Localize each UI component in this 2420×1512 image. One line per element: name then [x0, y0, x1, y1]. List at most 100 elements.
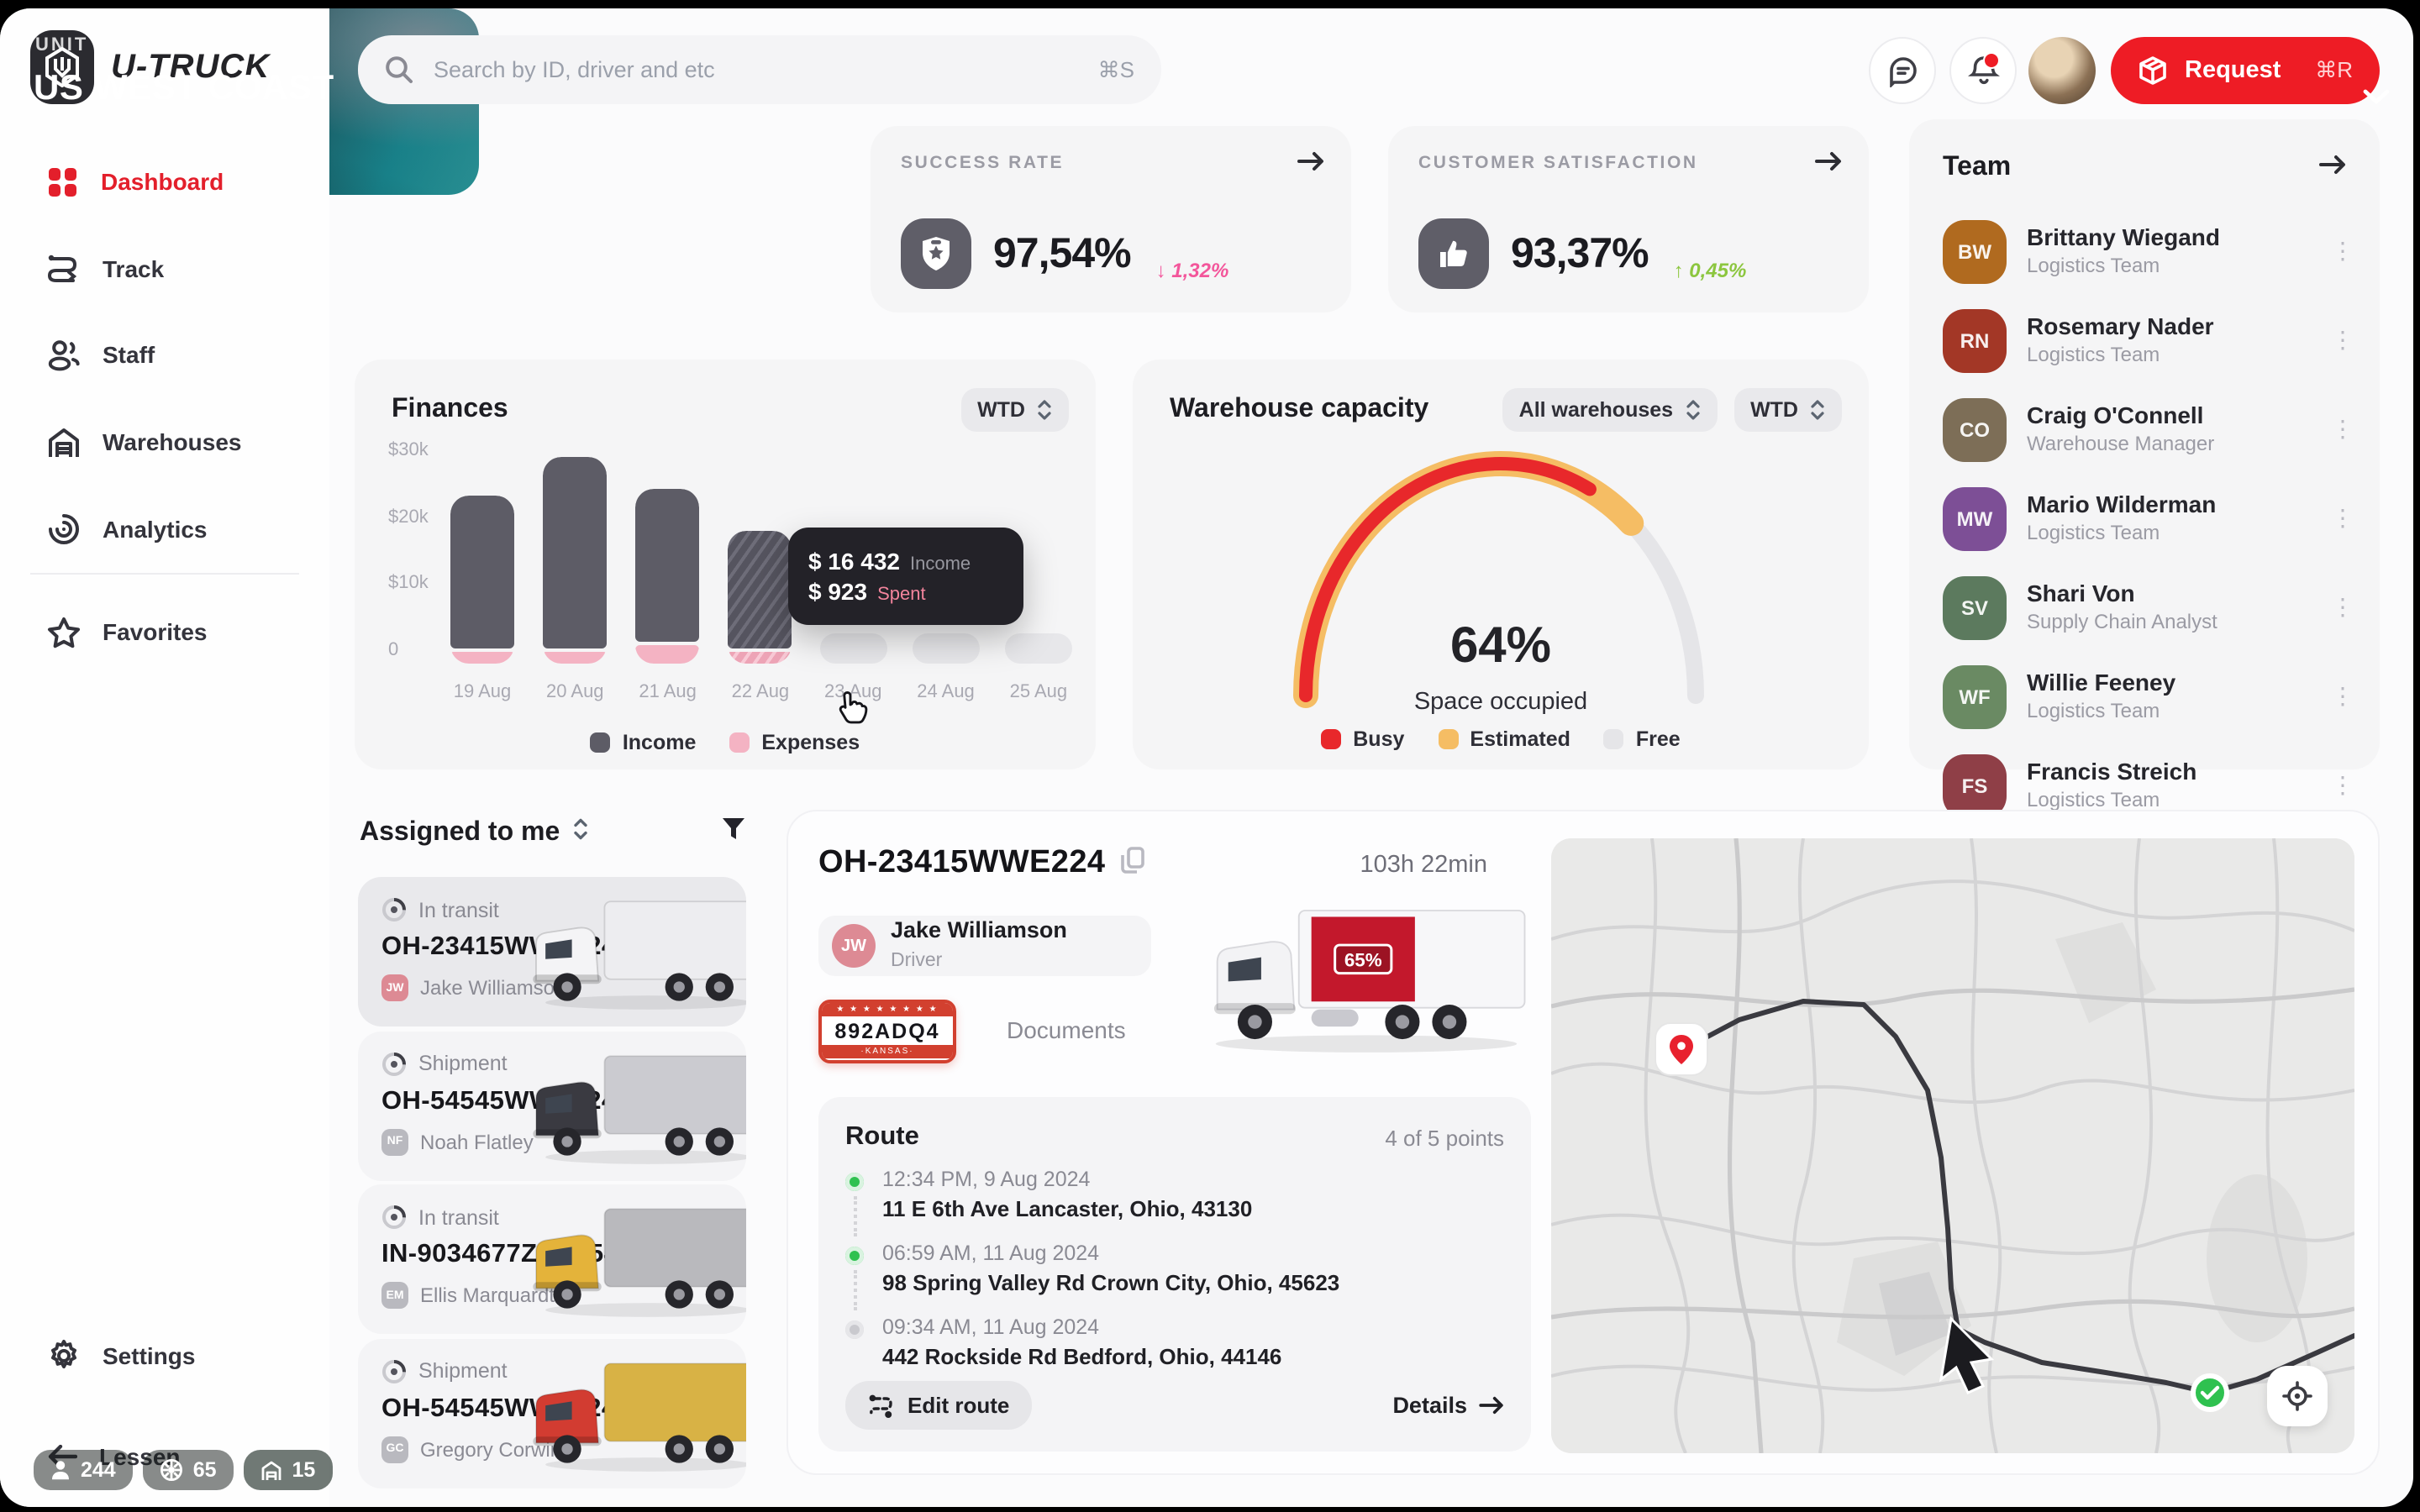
- bar-income-segment: [636, 489, 700, 643]
- kebab-menu-icon[interactable]: ⋮: [2329, 326, 2356, 354]
- kebab-menu-icon[interactable]: ⋮: [2329, 682, 2356, 711]
- team-member-row[interactable]: BW Brittany Wiegand Logistics Team ⋮: [1909, 207, 2380, 296]
- team-member-row[interactable]: WF Willie Feeney Logistics Team ⋮: [1909, 652, 2380, 741]
- arrow-right-icon[interactable]: [1297, 150, 1324, 180]
- legend-swatch: [729, 732, 750, 753]
- gauge-legend: BusyEstimatedFree: [1133, 727, 1869, 751]
- x-axis: 19 Aug20 Aug21 Aug22 Aug23 Aug24 Aug25 A…: [449, 682, 1072, 702]
- track-icon: [47, 254, 81, 284]
- request-button[interactable]: Request ⌘R: [2111, 37, 2380, 104]
- tooltip-spent-value: $ 923: [808, 578, 867, 605]
- sidebar-item-label: Track: [103, 255, 164, 282]
- team-arrow-right-icon[interactable]: [2319, 153, 2346, 183]
- status-label: Shipment: [418, 1052, 508, 1075]
- kebab-menu-icon[interactable]: ⋮: [2329, 771, 2356, 800]
- member-role: Logistics Team: [2027, 788, 2309, 813]
- map-locate-button[interactable]: [2267, 1366, 2328, 1426]
- notification-dot: [1983, 52, 2000, 69]
- sidebar-item-staff[interactable]: Staff: [0, 329, 329, 380]
- copy-icon[interactable]: [1120, 846, 1144, 881]
- team-member-row[interactable]: RN Rosemary Nader Logistics Team ⋮: [1909, 296, 2380, 385]
- select-chevrons-icon: [1810, 400, 1825, 420]
- avatar: SV: [1943, 575, 2007, 639]
- shipment-id-title: OH-23415WWE224: [818, 845, 1105, 882]
- team-member-row[interactable]: MW Mario Wilderman Logistics Team ⋮: [1909, 474, 2380, 563]
- load-percent-label: 65%: [1344, 949, 1382, 970]
- filter-icon[interactable]: [721, 816, 746, 850]
- driver-chip[interactable]: JW Jake Williamson Driver: [818, 916, 1151, 976]
- shipment-detail-card: OH-23415WWE224 103h 22min JW Jake Willia…: [786, 810, 2380, 1475]
- assigned-shipment-card[interactable]: In transit OH-23415WWE224 JW Jake Willia…: [358, 877, 746, 1026]
- details-arrow-icon: [1479, 1396, 1504, 1415]
- kebab-menu-icon[interactable]: ⋮: [2329, 504, 2356, 533]
- edit-route-button[interactable]: Edit route: [845, 1381, 1031, 1430]
- sidebar-item-label: Analytics: [103, 516, 208, 543]
- sidebar-divider: [30, 573, 299, 575]
- team-list: BW Brittany Wiegand Logistics Team ⋮ RN …: [1909, 207, 2380, 830]
- chat-button[interactable]: [1869, 37, 1936, 104]
- driver-row: NF Noah Flatley: [381, 1128, 534, 1155]
- status-row: Shipment: [381, 1358, 508, 1383]
- legend-item: Busy: [1321, 727, 1404, 751]
- kpi-label: CUSTOMER SATISFACTION: [1418, 153, 1839, 173]
- sidebar-item-track[interactable]: Track: [0, 244, 329, 294]
- bar-20 Aug[interactable]: [541, 450, 608, 664]
- search-shortcut: ⌘S: [1098, 56, 1134, 83]
- legend-swatch: [1604, 729, 1624, 749]
- member-name: Rosemary Nader: [2027, 313, 2309, 343]
- avatar: NF: [381, 1128, 408, 1155]
- details-label: Details: [1392, 1393, 1467, 1418]
- bar-income-segment: [450, 496, 514, 648]
- details-link[interactable]: Details: [1392, 1393, 1504, 1418]
- member-name: Craig O'Connell: [2027, 402, 2309, 432]
- driver-name: Jake Williamson: [891, 917, 1067, 943]
- route-title: Route: [845, 1122, 1385, 1152]
- team-member-row[interactable]: CO Craig O'Connell Warehouse Manager ⋮: [1909, 385, 2380, 474]
- x-tick: 25 Aug: [1005, 682, 1072, 702]
- member-name: Willie Feeney: [2027, 669, 2309, 699]
- sidebar-item-analytics[interactable]: Analytics: [0, 504, 329, 554]
- plate-state: ·KANSAS·: [822, 1045, 953, 1058]
- assigned-shipment-card[interactable]: Shipment OH-54545WWE224 GC Gregory Corwi…: [358, 1338, 746, 1488]
- sidebar-item-favorites[interactable]: Favorites: [0, 606, 329, 657]
- documents-link[interactable]: Documents: [1007, 1016, 1126, 1043]
- bar-21 Aug[interactable]: [634, 450, 702, 664]
- route-point: 06:59 AM, 11 Aug 2024 98 Spring Valley R…: [845, 1242, 1339, 1295]
- sidebar-item-settings[interactable]: Settings: [0, 1331, 329, 1381]
- kebab-menu-icon[interactable]: ⋮: [2329, 593, 2356, 622]
- gear-icon: [47, 1339, 81, 1373]
- kpi-label: SUCCESS RATE: [901, 153, 1321, 173]
- finances-card: Finances WTD $30k$20k$10k0 19 Aug20 Aug2…: [355, 360, 1096, 769]
- sidebar-item-dashboard[interactable]: Dashboard: [0, 156, 329, 207]
- success-rate-card: SUCCESS RATE 97,54% ↓ 1,32%: [871, 126, 1351, 312]
- route-points: 12:34 PM, 9 Aug 2024 11 E 6th Ave Lancas…: [845, 1168, 1339, 1389]
- user-avatar[interactable]: [2028, 37, 2096, 104]
- member-name: Francis Streich: [2027, 759, 2309, 788]
- finances-period-select[interactable]: WTD: [960, 388, 1069, 432]
- kebab-menu-icon[interactable]: ⋮: [2329, 237, 2356, 265]
- map-pin-start: [1655, 1023, 1707, 1075]
- truck-art: [521, 1201, 746, 1326]
- team-member-row[interactable]: SV Shari Von Supply Chain Analyst ⋮: [1909, 563, 2380, 652]
- warehouse-capacity-card: Warehouse capacity All warehouses WTD 64…: [1133, 360, 1869, 769]
- bar-19 Aug[interactable]: [449, 450, 516, 664]
- request-box-icon: [2138, 55, 2168, 86]
- sidebar-item-warehouses[interactable]: Warehouses: [0, 417, 329, 467]
- kebab-menu-icon[interactable]: ⋮: [2329, 415, 2356, 444]
- trip-duration: 103h 22min: [1360, 852, 1487, 879]
- select-chevrons-icon: [1685, 400, 1700, 420]
- sort-icon[interactable]: [573, 818, 588, 848]
- notifications-button[interactable]: [1949, 37, 2017, 104]
- x-tick: 19 Aug: [449, 682, 516, 702]
- bar-22 Aug[interactable]: [727, 450, 794, 664]
- assigned-shipment-card[interactable]: Shipment OH-54545WWE224 NF Noah Flatley: [358, 1031, 746, 1180]
- route-card: Route 4 of 5 points 12:34 PM, 9 Aug 2024…: [818, 1097, 1531, 1452]
- tooltip-income-label: Income: [910, 554, 971, 575]
- route-map[interactable]: [1551, 838, 2354, 1453]
- arrow-right-icon[interactable]: [1815, 150, 1842, 180]
- assigned-shipment-card[interactable]: In transit IN-9034677ZFG154 EM Ellis Mar…: [358, 1184, 746, 1334]
- y-tick: $30k: [388, 440, 429, 460]
- x-tick: 22 Aug: [727, 682, 794, 702]
- chart-tooltip: $ 16 432Income $ 923Spent: [788, 528, 1023, 625]
- search-input[interactable]: [430, 55, 1081, 84]
